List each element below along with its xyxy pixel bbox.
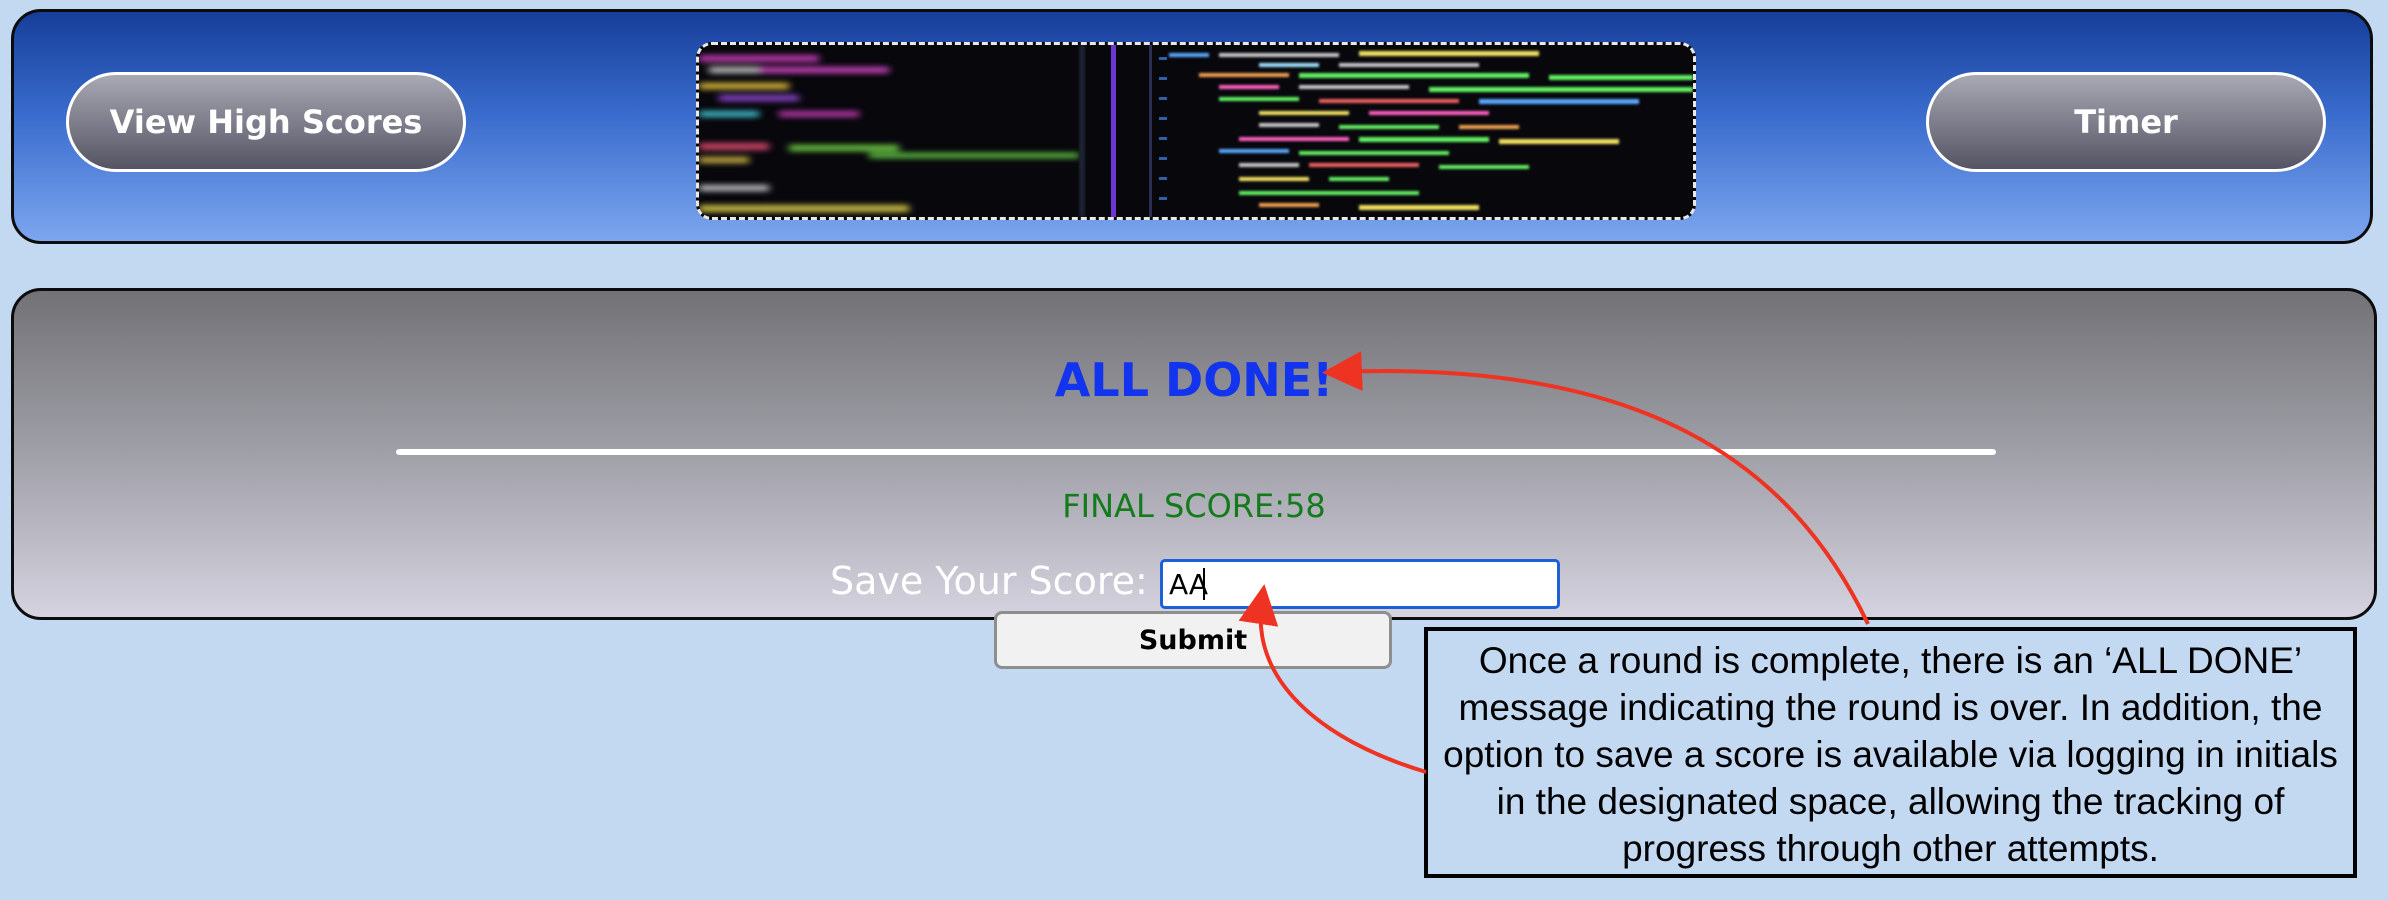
text-caret [1203,568,1205,600]
header-bar: View High Scores Timer [11,9,2373,244]
save-score-label: Save Your Score: [830,559,1148,603]
banner-image [696,42,1696,220]
annotation-callout: Once a round is complete, there is an ‘A… [1424,627,2357,878]
divider [396,449,1996,455]
initials-input[interactable] [1160,559,1560,609]
all-done-title: ALL DONE! [1054,353,1334,407]
timer-button[interactable]: Timer [1926,72,2326,172]
final-score-text: FINAL SCORE:58 [1062,487,1326,525]
submit-button[interactable]: Submit [994,611,1392,669]
view-high-scores-button[interactable]: View High Scores [66,72,466,172]
